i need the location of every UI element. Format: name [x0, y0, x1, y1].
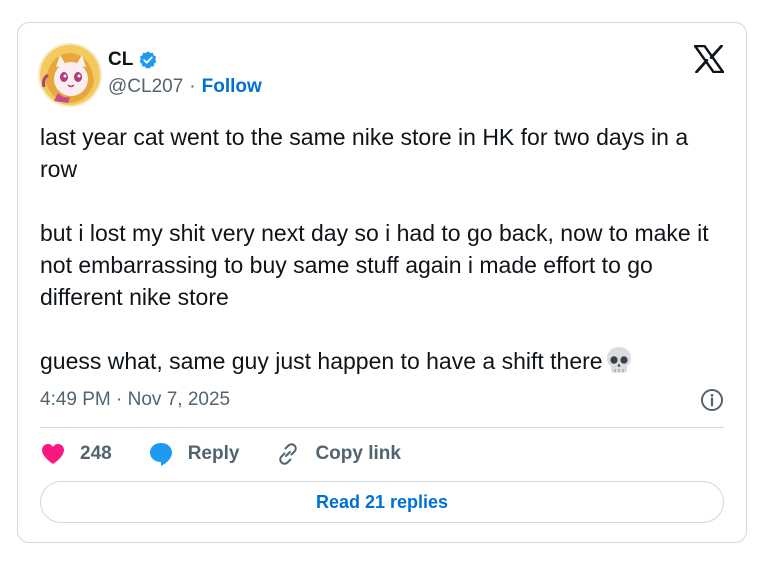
author-handle-row: @CL207 · Follow	[108, 75, 262, 99]
action-bar: 248 Reply Copy link	[40, 439, 437, 469]
divider	[40, 427, 724, 428]
tweet-timestamp[interactable]: 4:49 PM · Nov 7, 2025	[40, 388, 230, 412]
reply-button[interactable]: Reply	[148, 441, 240, 467]
link-icon	[279, 443, 298, 465]
heart-icon	[42, 444, 64, 464]
avatar[interactable]	[38, 43, 102, 107]
author-display-name[interactable]: CL	[108, 49, 133, 71]
follow-button[interactable]: Follow	[202, 75, 262, 99]
avatar-image	[38, 43, 102, 107]
tweet-paragraph-3: guess what, same guy just happen to have…	[40, 345, 730, 377]
skull-emoji-icon	[606, 347, 631, 373]
reply-bubble-icon	[149, 443, 172, 466]
tweet-text: last year cat went to the same nike stor…	[40, 121, 730, 377]
x-logo-icon[interactable]	[694, 45, 724, 73]
tweet-paragraph-1: last year cat went to the same nike stor…	[40, 124, 695, 182]
reply-label: Reply	[187, 443, 240, 464]
verified-badge-icon	[139, 51, 157, 69]
tweet-paragraph-3-text: guess what, same guy just happen to have…	[40, 348, 603, 374]
like-button[interactable]: 248	[40, 442, 112, 466]
tweet-card[interactable]: CL @CL207 · Follow last year cat went to…	[17, 22, 747, 543]
like-count: 248	[80, 443, 112, 464]
separator-dot: ·	[189, 76, 196, 97]
tweet-paragraph-2: but i lost my shit very next day so i ha…	[40, 220, 715, 310]
author-name-row: CL	[108, 49, 158, 71]
copy-link-label: Copy link	[315, 443, 401, 464]
copy-link-button[interactable]: Copy link	[275, 441, 401, 467]
author-handle[interactable]: @CL207	[108, 75, 183, 99]
info-icon[interactable]	[700, 388, 724, 412]
read-replies-button[interactable]: Read 21 replies	[40, 481, 724, 523]
